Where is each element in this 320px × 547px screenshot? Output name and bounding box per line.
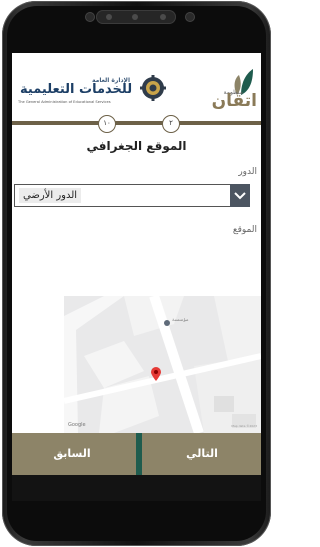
google-logo: Google: [68, 422, 86, 428]
location-map[interactable]: مؤسسة Google Map data ©2023: [64, 296, 261, 433]
map-canvas: [64, 296, 261, 433]
speaker-grille: [96, 10, 176, 24]
page-title: الموقع الجغرافي: [86, 139, 187, 153]
map-footer-text: Map data ©2023: [231, 424, 257, 428]
map-place-pin-icon: [164, 320, 170, 326]
bottom-nav: السابق التالي: [12, 433, 261, 475]
gear-logo-icon: [140, 75, 166, 101]
next-button[interactable]: التالي: [142, 433, 261, 475]
step-indicator: ١٠: [98, 115, 116, 133]
app-header: الإدارة العامة للخدمات التعليمية The Gen…: [12, 53, 261, 117]
admin-logo-subtitle: The General Administration of Educationa…: [18, 100, 111, 104]
location-pin-icon[interactable]: [151, 366, 161, 381]
step-indicator: ٢: [162, 115, 180, 133]
location-label: الموقع: [232, 225, 257, 235]
previous-button[interactable]: السابق: [12, 433, 132, 475]
sensor-icon: [86, 13, 94, 21]
chevron-down-icon[interactable]: [230, 184, 250, 207]
top-bezel: [0, 0, 273, 52]
camera-icon: [186, 13, 194, 21]
app-screen: الإدارة العامة للخدمات التعليمية The Gen…: [12, 53, 261, 501]
screen-bottom: [12, 475, 261, 501]
progress-line: [12, 121, 261, 125]
map-place-label: مؤسسة: [172, 317, 189, 323]
floor-label: الدور: [238, 167, 257, 177]
floor-select[interactable]: الدور الأرضي: [14, 184, 250, 207]
etqan-title: اتقان: [211, 91, 257, 111]
admin-logo: الإدارة العامة للخدمات التعليمية The Gen…: [16, 77, 132, 117]
floor-select-value: الدور الأرضي: [19, 188, 82, 203]
admin-logo-title: للخدمات التعليمية: [20, 82, 133, 97]
